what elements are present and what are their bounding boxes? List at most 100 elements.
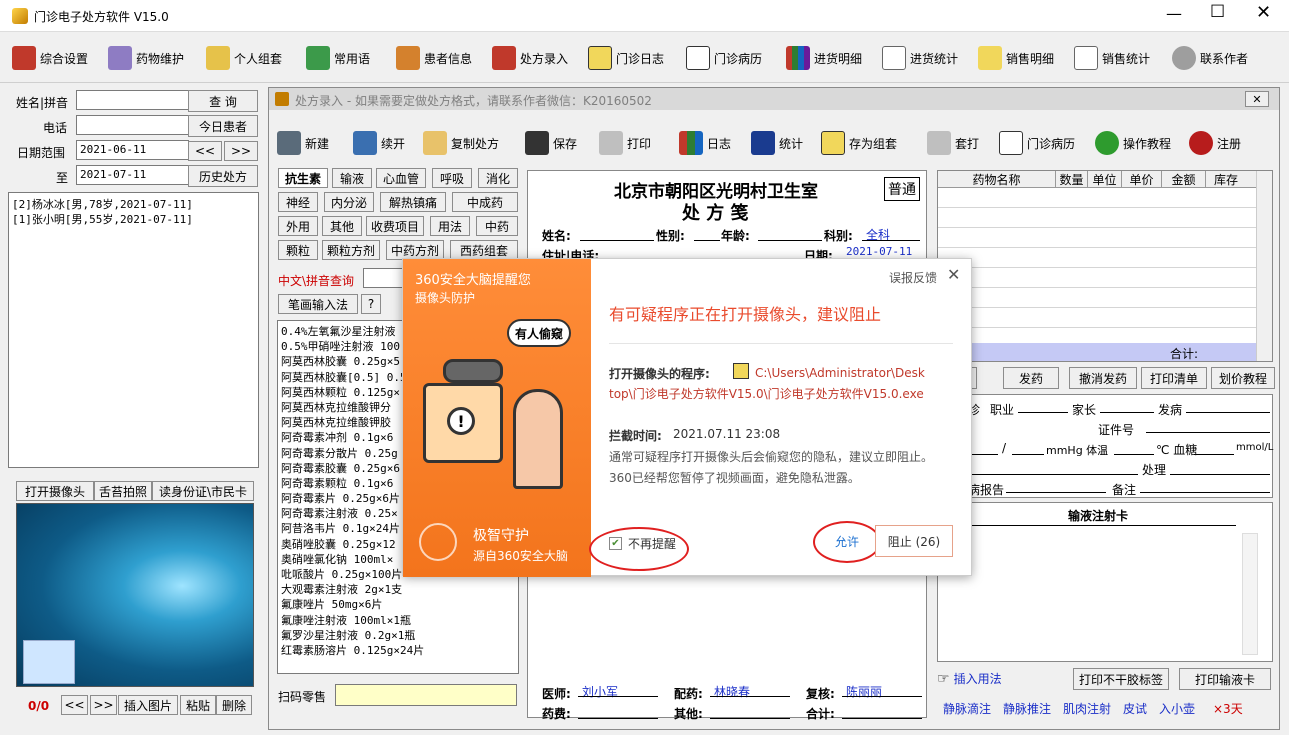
tb-log[interactable]: 门诊日志 (588, 41, 664, 75)
date-from-input[interactable]: 2021-06-11 (76, 140, 189, 160)
maximize-button[interactable]: ☐ (1210, 2, 1225, 22)
cat-patent-medicine[interactable]: 中成药 (452, 192, 518, 212)
block-button[interactable]: 阻止 (26) (875, 525, 953, 557)
rx-tb-save-set[interactable]: 存为组套 (821, 126, 897, 160)
list-item[interactable]: 氟康唑片 50mg×6片 (281, 596, 518, 611)
patient-list[interactable]: [2]杨冰冰[男,78岁,2021-07-11] [1]张小明[男,55岁,20… (8, 192, 259, 468)
rx-tb-continue[interactable]: 续开 (353, 126, 405, 160)
insert-usage-link[interactable]: ☞ 插入用法 (937, 670, 1002, 687)
route-small-pot[interactable]: 入小壶 (1159, 700, 1195, 717)
col-amount[interactable]: 金额 (1162, 171, 1206, 187)
cat-granules[interactable]: 颗粒 (278, 240, 318, 260)
tb-records[interactable]: 门诊病历 (686, 41, 762, 75)
help-button[interactable]: ? (361, 294, 381, 314)
list-item[interactable]: [2]杨冰冰[男,78岁,2021-07-11] (12, 196, 255, 211)
col-price[interactable]: 单价 (1122, 171, 1162, 187)
name-line[interactable] (580, 227, 654, 241)
cat-topical[interactable]: 外用 (278, 216, 318, 236)
tb-sets[interactable]: 个人组套 (206, 41, 282, 75)
print-label-button[interactable]: 打印不干胶标签 (1073, 668, 1169, 690)
rx-tb-tutorial[interactable]: 操作教程 (1095, 126, 1171, 160)
list-item[interactable]: 氟罗沙星注射液 0.2g×1瓶 (281, 627, 518, 642)
rx-tb-records[interactable]: 门诊病历 (999, 126, 1075, 160)
cat-chinese[interactable]: 中药 (476, 216, 518, 236)
cat-other[interactable]: 其他 (322, 216, 362, 236)
rx-tb-register[interactable]: 注册 (1189, 126, 1241, 160)
table-scrollbar[interactable] (1256, 171, 1272, 361)
rx-tb-save[interactable]: 保存 (525, 126, 577, 160)
cat-western-sets[interactable]: 西药组套 (450, 240, 518, 260)
popup-close-icon[interactable]: ✕ (947, 265, 960, 284)
rx-tb-overlay-print[interactable]: 套打 (927, 126, 979, 160)
rx-close-button[interactable]: ✕ (1245, 91, 1269, 107)
date-to-input[interactable]: 2021-07-11 (76, 165, 189, 185)
cat-endocrine[interactable]: 内分泌 (324, 192, 374, 212)
cat-granule-formula[interactable]: 颗粒方剂 (322, 240, 380, 260)
col-drug-name[interactable]: 药物名称 (938, 171, 1056, 187)
feedback-link[interactable]: 误报反馈 (889, 269, 937, 286)
tb-purchase-stats[interactable]: 进货统计 (882, 41, 958, 75)
col-unit[interactable]: 单位 (1088, 171, 1122, 187)
list-item[interactable]: [1]张小明[男,55岁,2021-07-11] (12, 211, 255, 226)
cat-cardio[interactable]: 心血管 (376, 168, 426, 188)
infusion-scrollbar[interactable] (1242, 533, 1258, 655)
cat-infusion[interactable]: 输液 (332, 168, 372, 188)
search-input[interactable] (363, 268, 403, 288)
history-rx-button[interactable]: 历史处方 (188, 165, 258, 187)
print-infusion-card-button[interactable]: 打印输液卡 (1179, 668, 1271, 690)
stroke-input-button[interactable]: 笔画输入法 (278, 294, 358, 314)
today-patients-button[interactable]: 今日患者 (188, 115, 258, 137)
cat-tcm-formula[interactable]: 中药方剂 (386, 240, 444, 260)
cat-analgesic[interactable]: 解热镇痛 (380, 192, 446, 212)
prev-date-button[interactable]: << (188, 141, 222, 161)
phone-input[interactable] (76, 115, 189, 135)
cat-usage[interactable]: 用法 (430, 216, 470, 236)
read-id-button[interactable]: 读身份证\市民卡 (152, 481, 254, 501)
tb-sales-stats[interactable]: 销售统计 (1074, 41, 1150, 75)
open-camera-button[interactable]: 打开摄像头 (16, 481, 94, 501)
drug-table[interactable]: 药物名称 数量 单位 单价 金额 库存 合计: (937, 170, 1273, 362)
rx-tb-copy[interactable]: 复制处方 (423, 126, 499, 160)
tb-patients[interactable]: 患者信息 (396, 41, 472, 75)
route-iv-push[interactable]: 静脉推注 (1003, 700, 1051, 717)
tb-settings[interactable]: 综合设置 (12, 41, 88, 75)
rx-tb-print[interactable]: 打印 (599, 126, 651, 160)
cat-digestive[interactable]: 消化 (478, 168, 518, 188)
cat-neuro[interactable]: 神经 (278, 192, 318, 212)
route-im[interactable]: 肌肉注射 (1063, 700, 1111, 717)
price-tutorial-button[interactable]: 划价教程 (1211, 367, 1275, 389)
scan-input[interactable] (335, 684, 517, 706)
rx-tb-stats[interactable]: 统计 (751, 126, 803, 160)
col-stock[interactable]: 库存 (1206, 171, 1246, 187)
query-button[interactable]: 查 询 (188, 90, 258, 112)
tb-purchase-detail[interactable]: 进货明细 (786, 41, 862, 75)
list-item[interactable]: 大观霉素注射液 2g×1支 (281, 581, 518, 596)
route-skin-test[interactable]: 皮试 (1123, 700, 1147, 717)
paste-button[interactable]: 粘贴 (180, 695, 216, 715)
tb-sales-detail[interactable]: 销售明细 (978, 41, 1054, 75)
gender-line[interactable] (694, 227, 720, 241)
cat-antibiotics[interactable]: 抗生素 (278, 168, 328, 188)
list-item[interactable]: 氟康唑注射液 100ml×1瓶 (281, 612, 518, 627)
delete-button[interactable]: 删除 (216, 695, 252, 715)
close-button[interactable]: ✕ (1256, 2, 1271, 23)
print-list-button[interactable]: 打印清单 (1141, 367, 1207, 389)
list-item[interactable]: 红霉素肠溶片 0.125g×24片 (281, 642, 518, 657)
minimize-button[interactable]: — (1166, 4, 1182, 23)
cat-respiratory[interactable]: 呼吸 (432, 168, 472, 188)
tb-phrases[interactable]: 常用语 (306, 41, 370, 75)
age-line[interactable] (758, 227, 822, 241)
rx-tb-log[interactable]: 日志 (679, 126, 731, 160)
prev-image-button[interactable]: << (61, 695, 88, 715)
cat-fees[interactable]: 收费项目 (366, 216, 424, 236)
tongue-photo-button[interactable]: 舌苔拍照 (94, 481, 152, 501)
next-image-button[interactable]: >> (90, 695, 117, 715)
tb-contact[interactable]: 联系作者 (1172, 41, 1248, 75)
name-input[interactable] (76, 90, 189, 110)
tb-drugs[interactable]: 药物维护 (108, 41, 184, 75)
route-iv-drip[interactable]: 静脉滴注 (943, 700, 991, 717)
col-qty[interactable]: 数量 (1056, 171, 1088, 187)
rx-tb-new[interactable]: 新建 (277, 126, 329, 160)
tb-rx-entry[interactable]: 处方录入 (492, 41, 568, 75)
rx-type-badge[interactable]: 普通 (884, 177, 920, 201)
